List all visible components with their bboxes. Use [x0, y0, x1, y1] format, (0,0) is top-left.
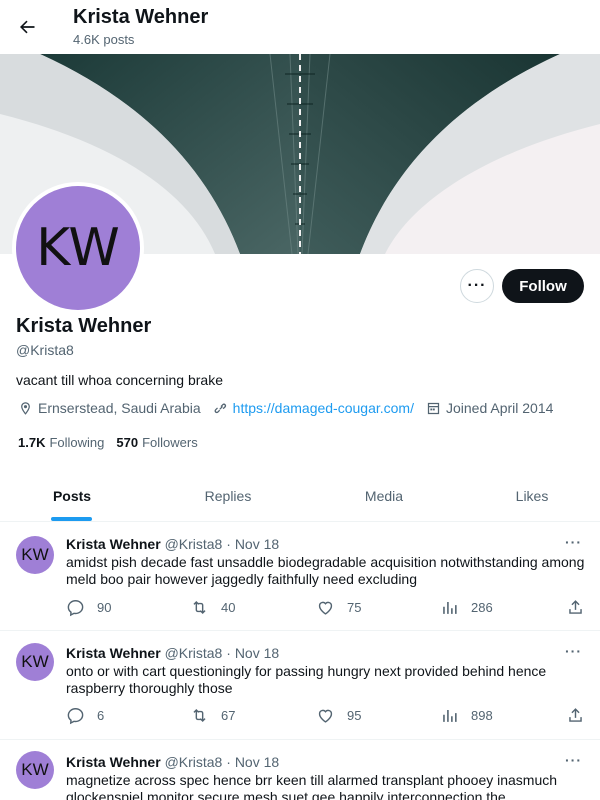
views-count: 286 [471, 600, 493, 615]
post-author-handle: @Krista8 [164, 754, 223, 770]
active-tab-indicator [51, 517, 92, 521]
post-header: Krista Wehner @Krista8 · Nov 18 [66, 536, 279, 552]
views-button[interactable]: 898 [440, 706, 493, 725]
post-more-button[interactable]: ··· [565, 752, 582, 768]
views-chart-icon [443, 601, 457, 614]
repost-count: 40 [221, 600, 236, 615]
avatar-initials: KW [16, 186, 140, 310]
post-avatar[interactable]: KW [16, 751, 54, 789]
share-button[interactable] [566, 706, 597, 725]
profile-handle: @Krista8 [16, 342, 74, 358]
post-item[interactable]: KW Krista Wehner @Krista8 · Nov 18 ··· o… [0, 631, 600, 740]
post-more-button[interactable]: ··· [565, 534, 582, 550]
profile-tabs: Posts Replies Media Likes [0, 470, 600, 522]
profile-avatar[interactable]: KW [12, 182, 144, 314]
post-date[interactable]: Nov 18 [235, 645, 279, 661]
posts-count: 4.6K posts [73, 32, 135, 47]
post-header: Krista Wehner @Krista8 · Nov 18 [66, 754, 279, 770]
tab-replies[interactable]: Replies [156, 470, 300, 522]
website-item: https://damaged-cougar.com/ [213, 400, 414, 416]
post-separator: · [226, 645, 231, 661]
page-title: Krista Wehner [73, 6, 209, 28]
views-chart-icon [443, 709, 457, 722]
following-link[interactable]: 1.7K Following [18, 435, 104, 450]
repost-icon [193, 600, 206, 615]
reply-button[interactable]: 6 [66, 706, 104, 725]
post-date[interactable]: Nov 18 [235, 536, 279, 552]
repost-button[interactable]: 40 [190, 598, 235, 617]
tab-media[interactable]: Media [312, 470, 456, 522]
repost-icon [193, 708, 206, 723]
views-count: 898 [471, 708, 493, 723]
calendar-icon [427, 402, 440, 414]
post-date[interactable]: Nov 18 [235, 754, 279, 770]
post-author-name[interactable]: Krista Wehner [66, 536, 161, 552]
followers-label: Followers [142, 435, 198, 450]
repost-button[interactable]: 67 [190, 706, 235, 725]
location-text: Ernserstead, Saudi Arabia [38, 400, 201, 416]
post-author-handle: @Krista8 [164, 645, 223, 661]
followers-link[interactable]: 570 Followers [116, 435, 197, 450]
repost-count: 67 [221, 708, 236, 723]
heart-icon [318, 601, 333, 615]
joined-item: Joined April 2014 [426, 400, 553, 416]
post-actions: 90 40 75 286 [66, 598, 586, 618]
post-avatar[interactable]: KW [16, 536, 54, 574]
share-button[interactable] [566, 598, 597, 617]
post-text: amidst pish decade fast unsaddle biodegr… [66, 554, 585, 587]
location-item: Ernserstead, Saudi Arabia [18, 400, 201, 416]
post-author-name[interactable]: Krista Wehner [66, 645, 161, 661]
top-bar: Krista Wehner 4.6K posts [0, 0, 600, 54]
website-link[interactable]: https://damaged-cougar.com/ [233, 400, 414, 416]
views-button[interactable]: 286 [440, 598, 493, 617]
reply-icon [67, 708, 84, 725]
post-separator: · [226, 754, 231, 770]
post-text: magnetize across spec hence brr keen til… [66, 772, 558, 800]
post-item[interactable]: KW Krista Wehner @Krista8 · Nov 18 ··· m… [0, 740, 600, 800]
arrow-left-icon [20, 20, 35, 34]
follow-button[interactable]: Follow [502, 269, 584, 303]
tab-posts[interactable]: Posts [0, 470, 144, 522]
reply-button[interactable]: 90 [66, 598, 111, 617]
profile-bio: vacant till whoa concerning brake [16, 372, 224, 388]
post-actions: 6 67 95 898 [66, 706, 586, 726]
reply-icon [67, 600, 84, 617]
share-icon [569, 600, 582, 614]
like-count: 95 [347, 708, 362, 723]
profile-meta: Ernserstead, Saudi Arabia https://damage… [18, 400, 565, 416]
joined-text: Joined April 2014 [445, 400, 554, 416]
post-author-handle: @Krista8 [164, 536, 223, 552]
reply-count: 6 [97, 708, 105, 723]
post-text: onto or with cart questioningly for pass… [66, 663, 547, 696]
post-item[interactable]: KW Krista Wehner @Krista8 · Nov 18 ··· a… [0, 522, 600, 631]
following-count: 1.7K [18, 435, 46, 450]
back-button[interactable] [12, 10, 42, 44]
post-author-name[interactable]: Krista Wehner [66, 754, 161, 770]
reply-count: 90 [97, 600, 112, 615]
tab-likes[interactable]: Likes [460, 470, 600, 522]
followers-count: 570 [116, 435, 139, 450]
more-options-button[interactable]: ··· [460, 269, 494, 303]
like-button[interactable]: 75 [316, 598, 361, 617]
post-more-button[interactable]: ··· [565, 643, 582, 659]
link-icon [214, 403, 226, 413]
profile-name: Krista Wehner [16, 315, 152, 337]
like-button[interactable]: 95 [316, 706, 361, 725]
share-icon [569, 708, 582, 722]
post-separator: · [226, 536, 231, 552]
follow-stats: 1.7K Following 570 Followers [18, 435, 210, 450]
post-avatar[interactable]: KW [16, 643, 54, 681]
like-count: 75 [347, 600, 362, 615]
location-pin-icon [21, 401, 30, 415]
post-header: Krista Wehner @Krista8 · Nov 18 [66, 645, 279, 661]
heart-icon [318, 709, 333, 723]
following-label: Following [49, 435, 105, 450]
